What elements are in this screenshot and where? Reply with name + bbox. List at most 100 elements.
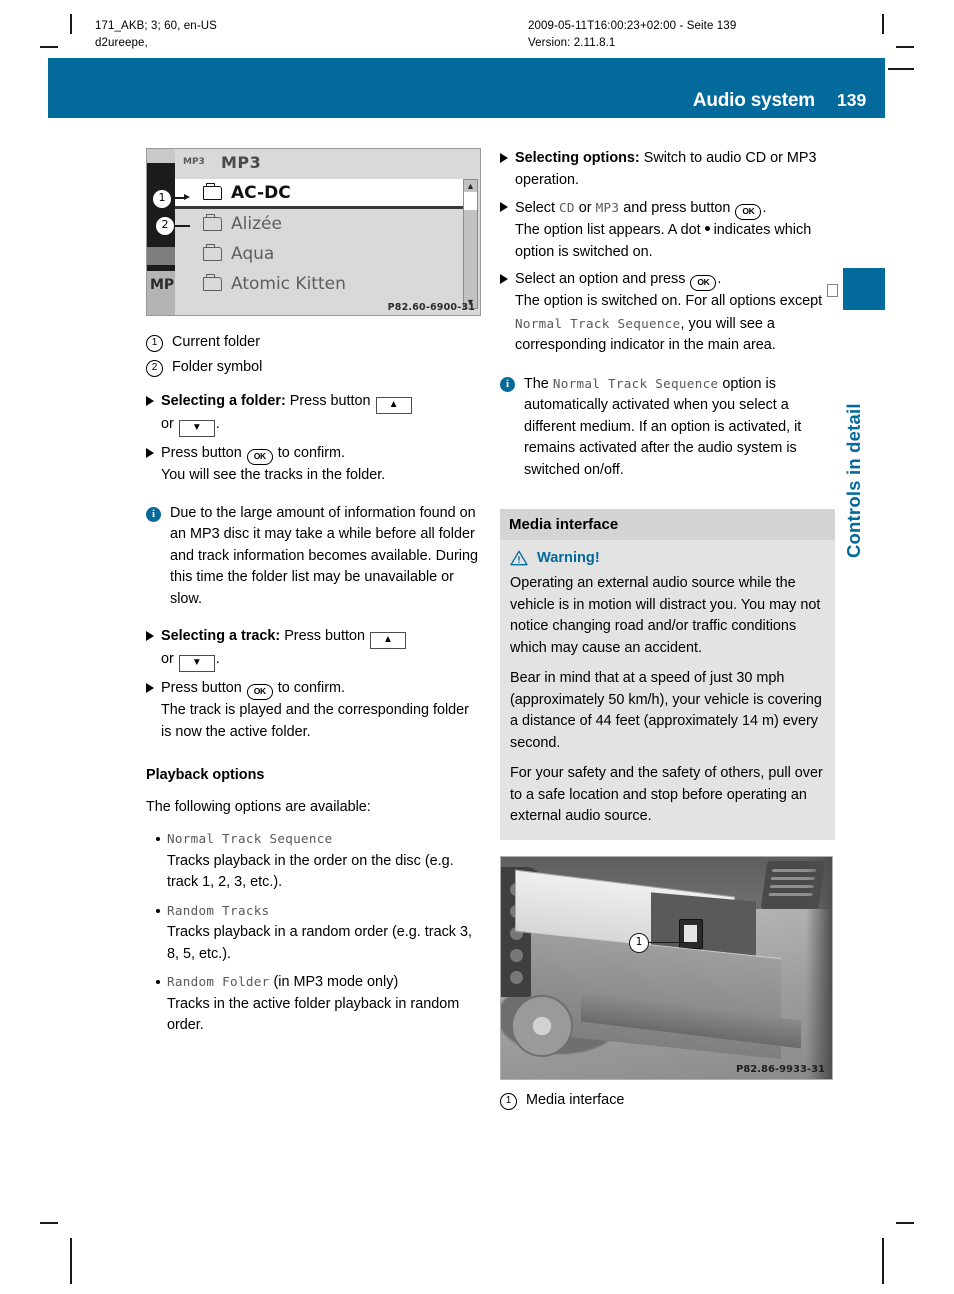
step-text: Press button OK to confirm. You will see…	[161, 443, 481, 487]
photo-image-code: P82.86-9933-31	[735, 1063, 825, 1075]
warning-label: Warning!	[537, 550, 600, 566]
crop-mark-top-left-horizontal	[40, 46, 58, 48]
step-select-cd-or-mp3: Select CD or MP3 and press button OK. Th…	[500, 197, 835, 263]
bullet-icon	[156, 980, 160, 984]
option-description: Tracks playback in a random order (e.g. …	[167, 924, 472, 962]
step-arrow-icon	[146, 631, 154, 641]
step-lead-in: Selecting a folder:	[161, 393, 286, 409]
button-up-key[interactable]: ▲	[369, 632, 406, 649]
bullet-icon	[156, 908, 160, 913]
step-body-or: or	[161, 651, 174, 667]
step-body-end: .	[762, 200, 767, 216]
photo-callout-1: 1	[629, 932, 649, 953]
ok-button-key[interactable]: OK	[735, 204, 762, 220]
step-body-a: Press button	[161, 680, 242, 696]
warning-heading: Warning!	[510, 550, 825, 566]
step-body-or: or	[578, 200, 592, 216]
heading-media-interface: Media interface	[500, 509, 835, 540]
legend-item-folder-symbol: 2 Folder symbol	[146, 357, 481, 379]
note-normal-track-sequence: i The Normal Track Sequence option is au…	[500, 373, 835, 482]
mono-cd: CD	[559, 200, 575, 215]
running-head-right-line2: Version: 2.11.8.1	[528, 37, 616, 49]
option-body: Random Folder (in MP3 mode only) Tracks …	[167, 971, 481, 1037]
folder-icon	[203, 274, 222, 291]
note-text: Due to the large amount of information f…	[170, 504, 478, 607]
step-text: Selecting a folder: Press button ▲ or ▼.	[161, 391, 481, 437]
legend-label: Folder symbol	[172, 358, 263, 375]
manual-page: 171_AKB; 3; 60, en-US d2ureepe, 2009-05-…	[0, 0, 954, 1294]
screen-title: MP3	[221, 153, 262, 172]
step-selecting-options: Selecting options: Switch to audio CD or…	[500, 148, 835, 191]
figure-image-code: P82.60-6900-31	[387, 302, 475, 313]
screen-folder-list: AC-DC Alizée Aqua Atomic Kitten	[175, 179, 465, 299]
option-body: Random Tracks Tracks playback in a rando…	[167, 900, 481, 966]
step-body-a: Press button	[284, 628, 365, 644]
photo-callout-1-leader	[646, 941, 688, 944]
step-body-or: or	[161, 416, 174, 432]
button-up-key[interactable]: ▲	[375, 397, 412, 414]
warning-box: Warning! Operating an external audio sou…	[500, 540, 835, 840]
step-arrow-icon	[500, 202, 508, 212]
option-name: Random Tracks	[167, 902, 270, 918]
folder-icon	[203, 244, 222, 261]
ok-button-key[interactable]: OK	[690, 275, 717, 291]
figure-media-interface-photo: 1 P82.86-9933-31	[500, 855, 833, 1080]
crop-mark-bottom-left-vertical	[70, 1238, 72, 1284]
option-name: Random Folder	[167, 974, 270, 989]
info-icon: i	[146, 506, 161, 522]
step-result-a: The option is switched on. For all optio…	[515, 293, 823, 309]
step-lead-in: Selecting a track:	[161, 628, 281, 644]
button-down-key[interactable]: ▼	[178, 655, 215, 672]
ok-button-key[interactable]: OK	[246, 684, 273, 700]
screen-left-strip-label: MP	[150, 277, 175, 293]
step-arrow-icon	[146, 396, 154, 406]
step-confirm-folder: Press button OK to confirm. You will see…	[146, 443, 481, 487]
step-body-b: to confirm.	[277, 680, 345, 696]
step-body-end: .	[717, 271, 722, 287]
screen-scrollbar: ▲ ▼	[463, 179, 478, 309]
step-confirm-track: Press button OK to confirm. The track is…	[146, 678, 481, 743]
heading-playback-options: Playback options	[146, 767, 265, 783]
ok-button-key[interactable]: OK	[246, 449, 273, 465]
figure-callout-1: 1	[152, 189, 172, 209]
dot-indicator-icon	[704, 226, 710, 231]
header-rule	[888, 68, 914, 70]
mono-mp3: MP3	[595, 200, 620, 215]
legend-number: 1	[146, 335, 163, 352]
step-text: Selecting options: Switch to audio CD or…	[515, 148, 835, 191]
legend-label: Current folder	[172, 334, 260, 350]
crop-mark-top-left-vertical	[70, 14, 72, 34]
option-item-random-tracks: Random Tracks Tracks playback in a rando…	[146, 900, 481, 966]
screen-folder-row-label: Aqua	[231, 244, 275, 264]
option-item-random-folder: Random Folder (in MP3 mode only) Tracks …	[146, 971, 481, 1037]
mp3-disc-icon: MP3	[183, 157, 205, 167]
step-body-end: .	[215, 416, 220, 432]
step-result-a: The option list appears. A dot	[515, 222, 701, 238]
screen-folder-row-label: Alizée	[231, 214, 282, 234]
button-down-key[interactable]: ▼	[178, 420, 215, 437]
right-column: Selecting options: Switch to audio CD or…	[500, 148, 835, 1114]
step-text: Select an option and press OK. The optio…	[515, 269, 835, 357]
figure-callout-1-arrow-icon	[184, 194, 190, 200]
note-text-a: The	[524, 375, 549, 392]
step-body-b: and press button	[623, 200, 731, 216]
legend-number: 2	[146, 359, 163, 377]
option-body: Normal Track Sequence Tracks playback in…	[167, 828, 481, 894]
option-suffix: (in MP3 mode only)	[269, 974, 399, 990]
screen-folder-row: Alizée	[175, 209, 465, 239]
figure-callout-2: 2	[155, 216, 175, 236]
running-head-right-line1: 2009-05-11T16:00:23+02:00 - Seite 139	[528, 20, 737, 32]
step-text: Press button OK to confirm. The track is…	[161, 678, 481, 743]
step-text: Select CD or MP3 and press button OK. Th…	[515, 197, 835, 263]
crop-mark-bottom-left-horizontal	[40, 1222, 58, 1224]
step-arrow-icon	[500, 274, 508, 284]
note-mp3-loading: i Due to the large amount of information…	[146, 503, 481, 611]
screen-folder-row-selected: AC-DC	[175, 179, 465, 209]
note-text: The Normal Track Sequence option is auto…	[524, 373, 835, 482]
step-body-a: Select an option and press	[515, 271, 686, 287]
crop-mark-top-right-vertical	[882, 14, 884, 34]
photo-speaker-grille	[511, 994, 573, 1057]
step-body-a: Select	[515, 200, 555, 216]
photo-media-interface-port	[679, 918, 703, 949]
step-arrow-icon	[146, 683, 154, 693]
